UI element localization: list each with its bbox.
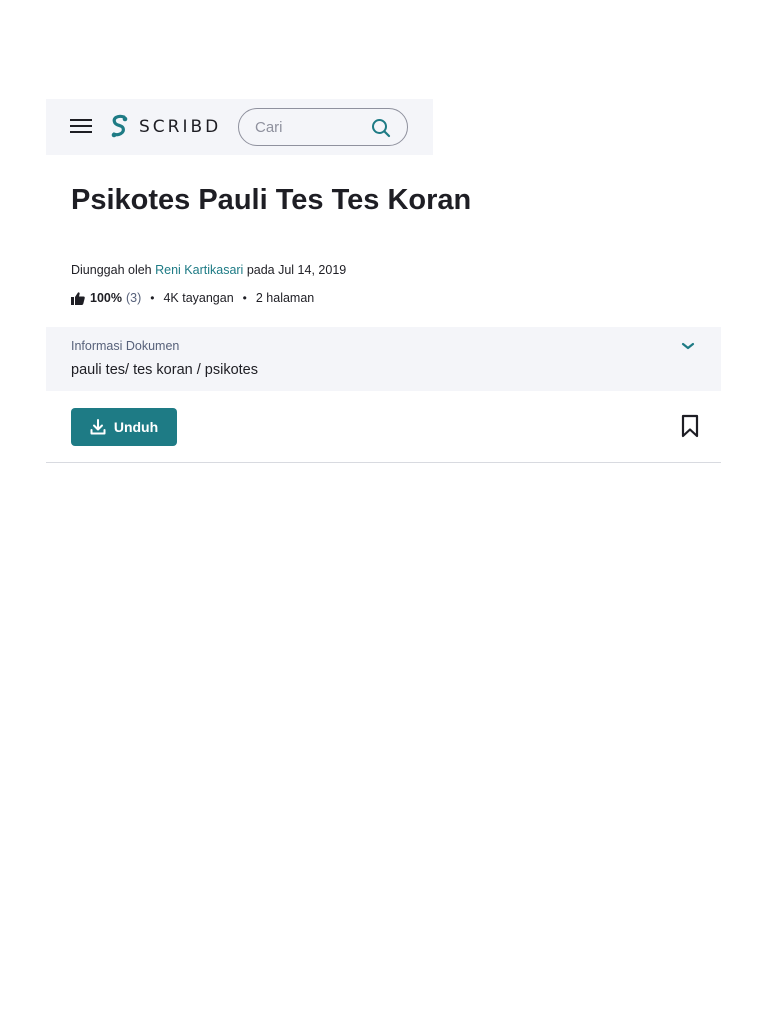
download-button[interactable]: Unduh <box>71 408 177 446</box>
document-title: Psikotes Pauli Tes Tes Koran <box>71 184 472 216</box>
download-icon <box>90 419 106 435</box>
bookmark-icon[interactable] <box>680 414 700 438</box>
uploaded-date: pada Jul 14, 2019 <box>246 263 347 277</box>
separator-dot: • <box>242 291 247 305</box>
search-icon[interactable] <box>371 118 391 138</box>
uploaded-prefix: Diunggah oleh <box>71 263 152 277</box>
search-input[interactable] <box>255 118 363 136</box>
rating-count: (3) <box>125 291 142 305</box>
separator-dot: • <box>150 291 155 305</box>
thumbs-up-icon <box>71 291 85 305</box>
scribd-logo-icon <box>111 114 128 138</box>
page-count: 2 halaman <box>255 291 315 305</box>
document-info-panel[interactable]: Informasi Dokumen pauli tes/ tes koran /… <box>46 327 721 391</box>
download-label: Unduh <box>113 419 159 435</box>
document-stats: 100% (3) • 4K tayangan • 2 halaman <box>71 291 314 305</box>
uploader-link[interactable]: Reni Kartikasari <box>155 263 243 277</box>
view-count: 4K tayangan <box>163 291 234 305</box>
divider <box>46 462 721 463</box>
chevron-down-icon[interactable] <box>681 341 695 351</box>
top-header: SCRIBD <box>46 99 433 155</box>
upload-info: Diunggah oleh Reni Kartikasari pada Jul … <box>71 263 346 277</box>
info-value: pauli tes/ tes koran / psikotes <box>71 362 258 378</box>
menu-icon[interactable] <box>70 119 92 135</box>
search-box <box>238 108 408 146</box>
info-label: Informasi Dokumen <box>71 339 180 353</box>
logo-text: SCRIBD <box>139 117 222 137</box>
scribd-logo[interactable]: SCRIBD <box>109 114 221 140</box>
rating-percent: 100% <box>90 291 122 305</box>
